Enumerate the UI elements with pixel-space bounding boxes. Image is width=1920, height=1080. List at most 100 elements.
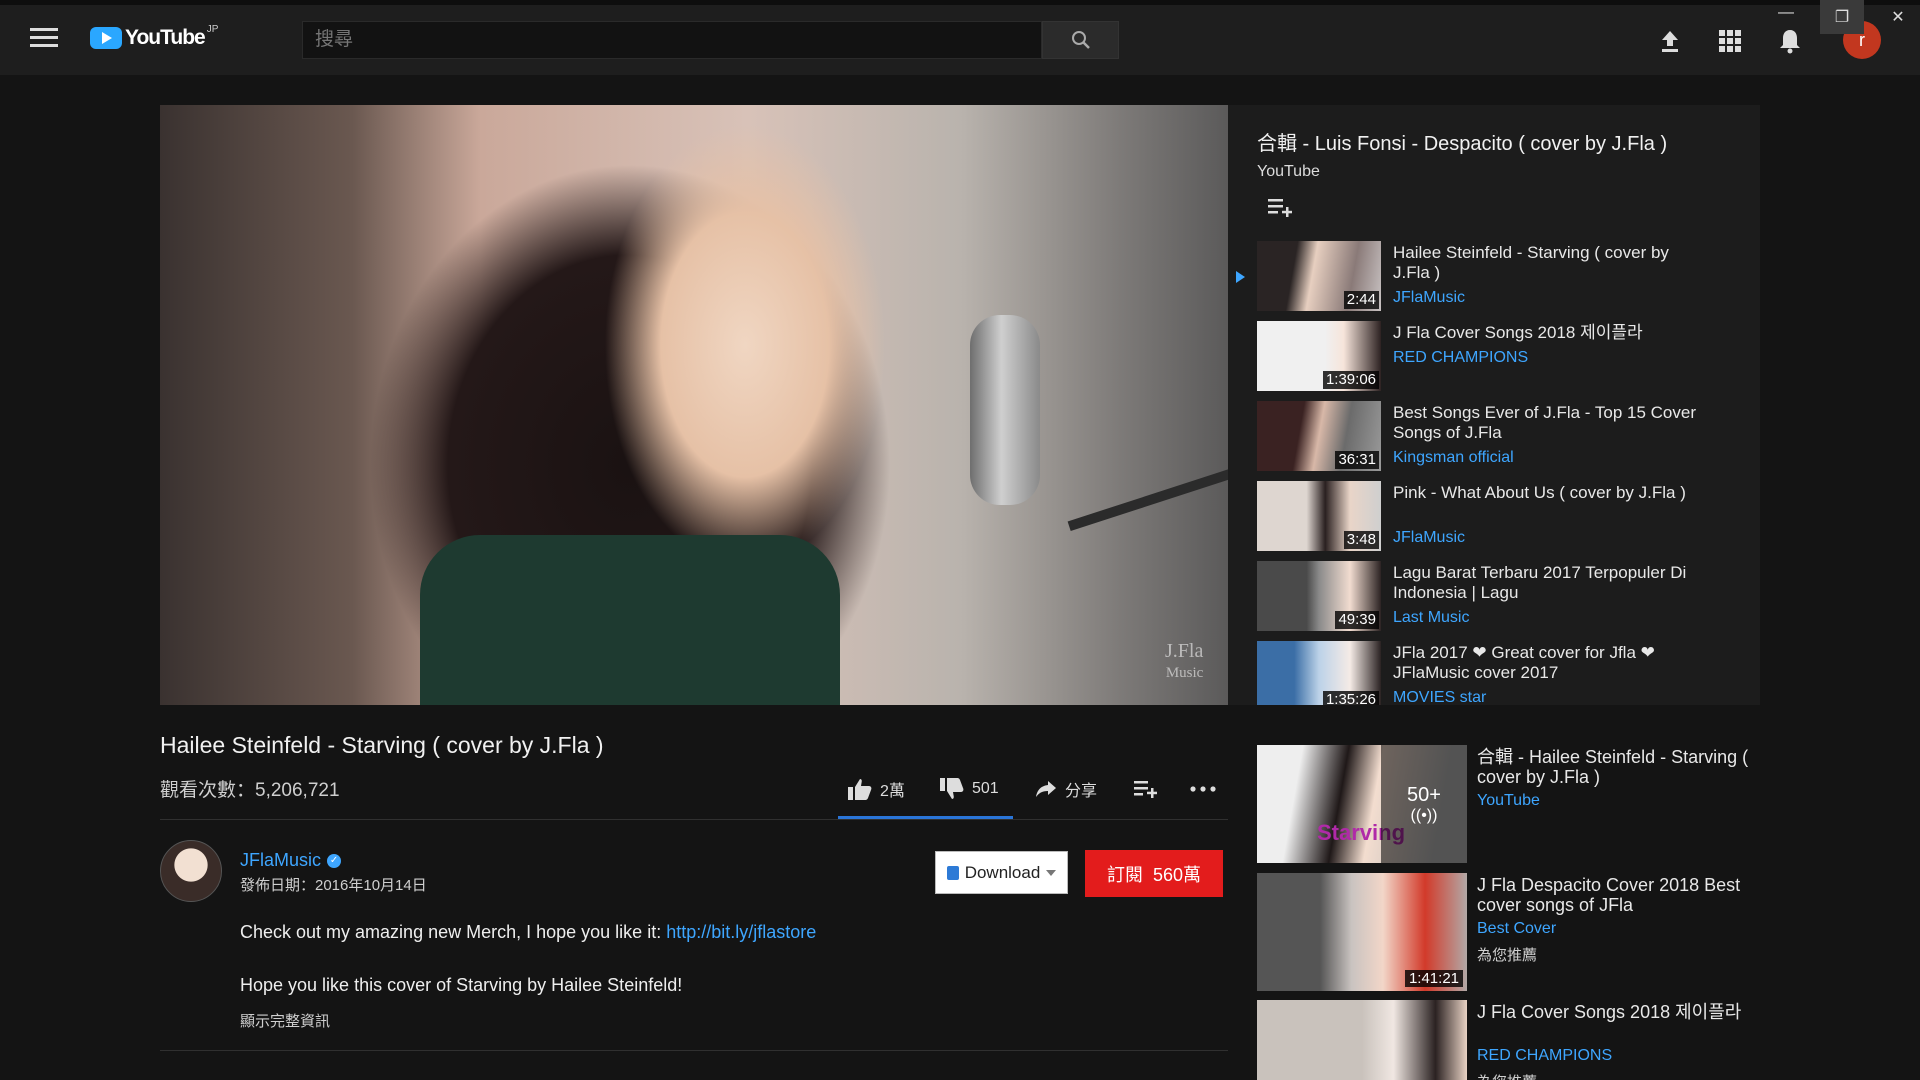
video-watermark: J.Fla Music bbox=[1165, 640, 1203, 684]
view-count: 觀看次數：5,206,721 bbox=[160, 780, 340, 801]
description-line: Check out my amazing new Merch, I hope y… bbox=[240, 922, 816, 943]
playlist-item-title: Best Songs Ever of J.Fla - Top 15 Cover … bbox=[1393, 403, 1696, 442]
add-to-playlist-button[interactable] bbox=[1134, 776, 1158, 802]
search-icon bbox=[1071, 31, 1090, 49]
playlist-item[interactable]: 3:48 Pink - What About Us ( cover by J.F… bbox=[1228, 481, 1760, 559]
channel-avatar[interactable] bbox=[160, 840, 222, 902]
playlist-owner: YouTube bbox=[1257, 163, 1320, 180]
video-thumbnail: 49:39 bbox=[1257, 561, 1381, 631]
video-thumbnail: 1:39:06 bbox=[1257, 321, 1381, 391]
duration-badge: 1:41:21 bbox=[1404, 970, 1463, 987]
video-thumbnail: 3:48 bbox=[1257, 481, 1381, 551]
recommended-note: 為您推薦 bbox=[1477, 947, 1538, 964]
playlist-item-title: Pink - What About Us ( cover by J.Fla ) bbox=[1393, 483, 1686, 502]
verified-check-icon: ✓ bbox=[327, 853, 342, 868]
description-line: Hope you like this cover of Starving by … bbox=[240, 975, 683, 995]
apps-grid-icon[interactable] bbox=[1715, 26, 1745, 56]
recommendation-channel: RED CHAMPIONS bbox=[1477, 1047, 1613, 1064]
channel-name-link[interactable]: JFlaMusic ✓ bbox=[240, 850, 342, 871]
close-icon[interactable]: ✕ bbox=[1876, 0, 1920, 34]
recommendation-title: J Fla Despacito Cover 2018 Best cover so… bbox=[1477, 875, 1741, 915]
playlist-item-channel: Last Music bbox=[1393, 609, 1470, 626]
watermark-line: Music bbox=[1165, 665, 1204, 681]
video-thumbnail bbox=[1257, 1000, 1467, 1080]
playlist-item-title: JFla 2017 ❤ Great cover for Jfla ❤ JFlaM… bbox=[1393, 643, 1655, 682]
hamburger-menu-icon[interactable] bbox=[30, 28, 58, 50]
subscribe-label: 訂閱 bbox=[1106, 864, 1143, 885]
playlist-item[interactable]: 1:39:06 J Fla Cover Songs 2018 제이플라 RED … bbox=[1228, 321, 1760, 399]
now-playing-icon bbox=[1236, 271, 1245, 283]
like-button[interactable]: 2萬 bbox=[848, 776, 905, 802]
download-label: Download bbox=[964, 862, 1041, 882]
save-playlist-button[interactable] bbox=[1268, 198, 1294, 223]
recommendation-item[interactable]: Starving 50+ ((•)) 合輯 - Hailee Steinfeld… bbox=[1257, 745, 1767, 863]
subscribe-button[interactable]: 訂閱 560萬 bbox=[1085, 850, 1223, 897]
video-thumbnail: 36:31 bbox=[1257, 401, 1381, 471]
share-arrow-icon bbox=[1036, 781, 1056, 797]
playlist-add-icon bbox=[1134, 781, 1157, 798]
recommendation-title: J Fla Cover Songs 2018 제이플라 bbox=[1477, 1002, 1742, 1022]
show-more-link[interactable]: 顯示完整資訊 bbox=[240, 1010, 330, 1031]
recommended-note: 為您推薦 bbox=[1477, 1071, 1537, 1080]
video-title: Hailee Steinfeld - Starving ( cover by J… bbox=[160, 732, 604, 758]
playlist-item-channel: JFlaMusic bbox=[1393, 289, 1466, 306]
like-count: 2萬 bbox=[880, 783, 905, 800]
duration-badge: 1:35:26 bbox=[1322, 691, 1379, 705]
dislike-count: 501 bbox=[972, 780, 999, 797]
playlist-item-channel: JFlaMusic bbox=[1393, 529, 1466, 546]
play-logo-icon bbox=[90, 27, 122, 49]
more-horizontal-icon bbox=[1190, 786, 1216, 792]
recommendation-title: 合輯 - Hailee Steinfeld - Starving ( cover… bbox=[1477, 747, 1749, 787]
watermark-line: J.Fla bbox=[1165, 640, 1204, 662]
divider bbox=[160, 819, 1228, 820]
share-label: 分享 bbox=[1065, 783, 1098, 800]
duration-badge: 36:31 bbox=[1335, 451, 1379, 469]
video-frame-detail bbox=[420, 535, 840, 705]
restore-icon[interactable]: ❐ bbox=[1820, 0, 1864, 34]
share-button[interactable]: 分享 bbox=[1035, 776, 1097, 802]
download-button[interactable]: Download bbox=[935, 851, 1068, 894]
playlist-item[interactable]: 1:35:26 JFla 2017 ❤ Great cover for Jfla… bbox=[1228, 641, 1760, 705]
download-arrow-icon bbox=[946, 865, 959, 880]
duration-badge: 3:48 bbox=[1343, 531, 1379, 549]
upload-icon[interactable] bbox=[1655, 26, 1685, 56]
playlist-item[interactable]: 2:44 Hailee Steinfeld - Starving ( cover… bbox=[1228, 241, 1760, 319]
channel-name: JFlaMusic bbox=[240, 850, 322, 870]
playlist-item-title: Hailee Steinfeld - Starving ( cover by J… bbox=[1393, 243, 1669, 282]
playlist-item[interactable]: 49:39 Lagu Barat Terbaru 2017 Terpopuler… bbox=[1228, 561, 1760, 639]
playlist-item[interactable]: 36:31 Best Songs Ever of J.Fla - Top 15 … bbox=[1228, 401, 1760, 479]
playlist-item-channel: MOVIES star bbox=[1393, 689, 1487, 705]
thumbs-down-icon bbox=[940, 778, 964, 799]
playlist-item-title: J Fla Cover Songs 2018 제이플라 bbox=[1393, 323, 1643, 342]
publish-date: 發佈日期：2016年10月14日 bbox=[240, 877, 427, 894]
subscriber-count: 560萬 bbox=[1152, 864, 1202, 885]
logo-text: YouTube bbox=[125, 26, 206, 49]
minimize-icon[interactable]: — bbox=[1764, 0, 1808, 26]
dislike-button[interactable]: 501 bbox=[940, 776, 999, 802]
like-ratio-bar bbox=[838, 816, 1013, 819]
recommendation-channel: YouTube bbox=[1477, 792, 1540, 809]
duration-badge: 2:44 bbox=[1343, 291, 1379, 309]
more-actions-button[interactable] bbox=[1190, 776, 1216, 802]
merch-link[interactable]: http://bit.ly/jflastore bbox=[666, 922, 816, 942]
duration-badge: 49:39 bbox=[1335, 611, 1379, 629]
playlist-item-title: Lagu Barat Terbaru 2017 Terpopuler Di In… bbox=[1393, 563, 1687, 602]
playlist-item-channel: RED CHAMPIONS bbox=[1393, 349, 1529, 366]
playlist-title[interactable]: 合輯 - Luis Fonsi - Despacito ( cover by J… bbox=[1257, 127, 1667, 156]
description-text: Check out my amazing new Merch, I hope y… bbox=[240, 922, 667, 942]
recommendation-item[interactable]: J Fla Cover Songs 2018 제이플라 RED CHAMPION… bbox=[1257, 1000, 1767, 1080]
recommendation-item[interactable]: 1:41:21 J Fla Despacito Cover 2018 Best … bbox=[1257, 873, 1767, 991]
broadcast-icon: ((•)) bbox=[1410, 806, 1438, 824]
search-button[interactable] bbox=[1042, 21, 1119, 59]
duration-badge: 1:39:06 bbox=[1322, 371, 1379, 389]
playlist-add-icon bbox=[1268, 199, 1292, 217]
video-thumbnail: Starving 50+ ((•)) bbox=[1257, 745, 1467, 863]
video-thumbnail: 2:44 bbox=[1257, 241, 1381, 311]
recommendation-channel: Best Cover bbox=[1477, 920, 1557, 937]
bell-icon[interactable] bbox=[1775, 26, 1805, 56]
search-input[interactable] bbox=[302, 21, 1042, 59]
youtube-logo[interactable]: YouTube JP bbox=[90, 24, 218, 50]
divider bbox=[160, 1050, 1228, 1051]
video-player[interactable]: J.Fla Music bbox=[160, 105, 1228, 705]
playlist-item-channel: Kingsman official bbox=[1393, 449, 1514, 466]
